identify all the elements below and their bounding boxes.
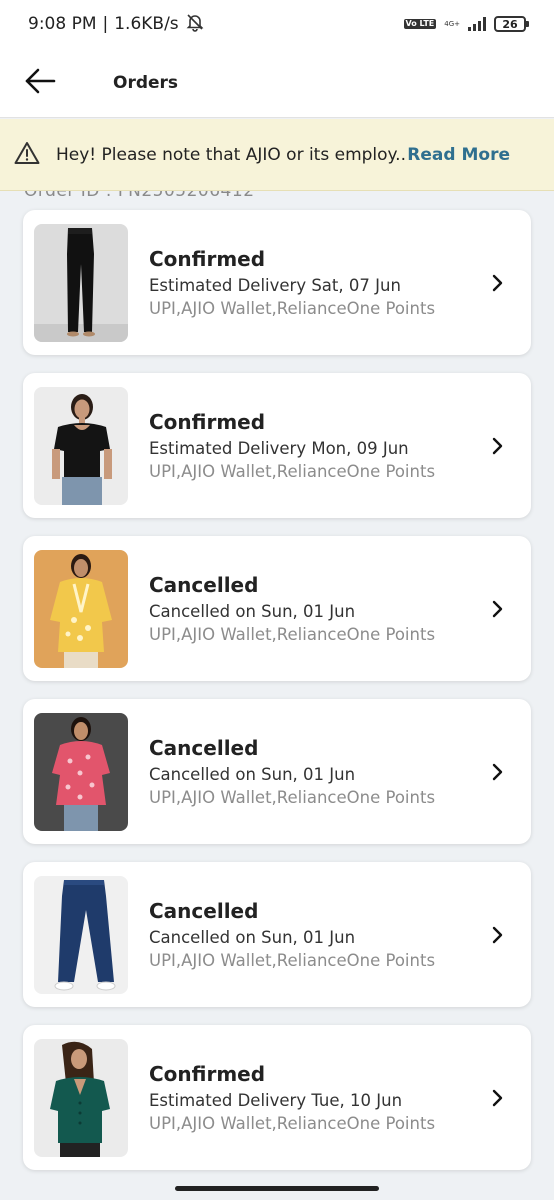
order-payment: UPI,AJIO Wallet,RelianceOne Points [149,462,436,481]
read-more-link[interactable]: Read More [407,145,510,165]
back-button[interactable] [0,48,80,118]
volte-badge: Vo LTE [403,19,437,29]
order-info: Cancelled Cancelled on Sun, 01 Jun UPI,A… [149,736,488,807]
order-info: Cancelled Cancelled on Sun, 01 Jun UPI,A… [149,899,488,970]
order-info: Confirmed Estimated Delivery Sat, 07 Jun… [149,247,488,318]
product-image-blue-wide-leg-jeans [34,875,128,994]
status-bar: 9:08 PM | 1.6KB/s Vo LTE 4G+ 26 [0,0,554,48]
order-card[interactable]: Confirmed Estimated Delivery Tue, 10 Jun… [23,1025,531,1170]
order-info: Confirmed Estimated Delivery Mon, 09 Jun… [149,410,488,481]
order-delivery: Cancelled on Sun, 01 Jun [149,602,356,621]
chevron-right-icon [488,274,508,292]
chevron-right-icon [488,763,508,781]
order-payment: UPI,AJIO Wallet,RelianceOne Points [149,951,436,970]
chevron-right-icon [488,600,508,618]
battery-level: 26 [502,17,518,31]
order-card[interactable]: Confirmed Estimated Delivery Sat, 07 Jun… [23,210,531,355]
order-payment: UPI,AJIO Wallet,RelianceOne Points [149,625,436,644]
order-info: Cancelled Cancelled on Sun, 01 Jun UPI,A… [149,573,488,644]
notice-text: Hey! Please note that AJIO or its employ… [56,144,408,165]
arrow-left-icon [24,67,56,99]
order-delivery: Estimated Delivery Sat, 07 Jun [149,276,401,295]
chevron-right-icon [488,1089,508,1107]
order-status: Cancelled [149,736,259,760]
order-card[interactable]: Confirmed Estimated Delivery Mon, 09 Jun… [23,373,531,518]
product-image-black-flared-trousers [34,223,128,342]
home-indicator[interactable] [175,1186,379,1191]
order-status: Cancelled [149,899,259,923]
status-left: 9:08 PM | 1.6KB/s [28,12,205,37]
warning-icon [14,141,40,169]
order-delivery: Cancelled on Sun, 01 Jun [149,928,356,947]
product-image-teal-button-blouse [34,1038,128,1157]
status-right: Vo LTE 4G+ 26 [403,16,529,32]
app-header: Orders [0,48,554,118]
notice-banner: Hey! Please note that AJIO or its employ… [0,119,554,191]
order-delivery: Cancelled on Sun, 01 Jun [149,765,356,784]
network-type: 4G+ [444,20,460,28]
order-info: Confirmed Estimated Delivery Tue, 10 Jun… [149,1062,488,1133]
order-card[interactable]: Cancelled Cancelled on Sun, 01 Jun UPI,A… [23,699,531,844]
network-speed: 1.6KB/s [114,14,179,34]
order-delivery: Estimated Delivery Tue, 10 Jun [149,1091,403,1110]
order-list: Confirmed Estimated Delivery Sat, 07 Jun… [23,210,531,1188]
signal-icon [468,17,486,31]
product-image-pink-printed-top [34,712,128,831]
order-payment: UPI,AJIO Wallet,RelianceOne Points [149,299,436,318]
product-image-black-crop-top [34,386,128,505]
battery-icon: 26 [494,16,529,32]
order-payment: UPI,AJIO Wallet,RelianceOne Points [149,788,436,807]
order-card[interactable]: Cancelled Cancelled on Sun, 01 Jun UPI,A… [23,862,531,1007]
order-payment: UPI,AJIO Wallet,RelianceOne Points [149,1114,436,1133]
notifications-off-icon [185,12,205,37]
clock: 9:08 PM [28,14,97,34]
chevron-right-icon [488,926,508,944]
order-status: Confirmed [149,1062,266,1086]
order-status: Cancelled [149,573,259,597]
order-card[interactable]: Cancelled Cancelled on Sun, 01 Jun UPI,A… [23,536,531,681]
chevron-right-icon [488,437,508,455]
page-title: Orders [113,72,179,93]
order-status: Confirmed [149,247,266,271]
status-separator: | [102,14,109,34]
product-image-yellow-embroidered-kurti [34,549,128,668]
order-status: Confirmed [149,410,266,434]
order-delivery: Estimated Delivery Mon, 09 Jun [149,439,409,458]
